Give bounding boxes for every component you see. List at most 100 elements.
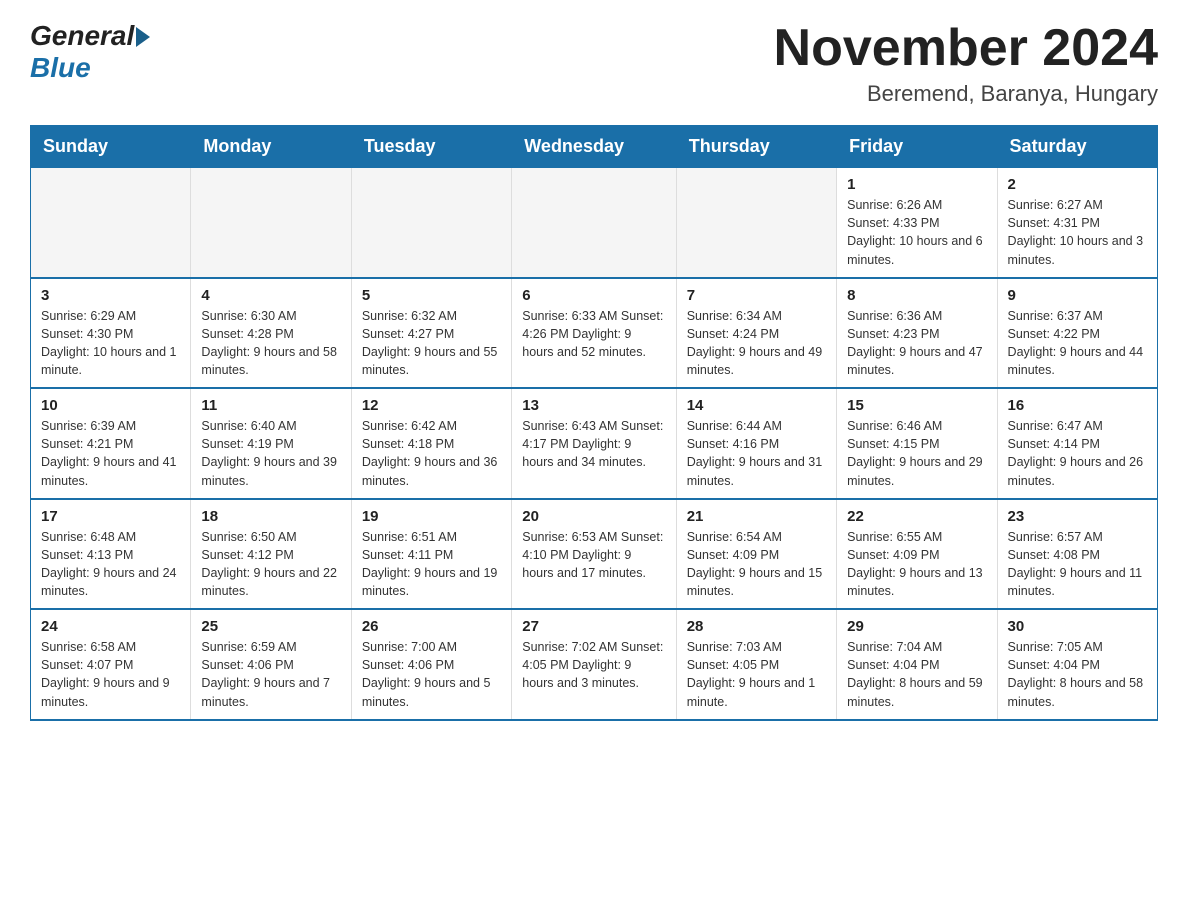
calendar-week-row: 1Sunrise: 6:26 AM Sunset: 4:33 PM Daylig… xyxy=(31,168,1158,278)
page-subtitle: Beremend, Baranya, Hungary xyxy=(774,81,1158,107)
calendar-week-row: 24 Sunrise: 6:58 AM Sunset: 4:07 PM Dayli… xyxy=(31,609,1158,720)
logo-general-text: General xyxy=(30,20,134,52)
day-info: Sunrise: 6:40 AM Sunset: 4:19 PM Dayligh… xyxy=(201,417,340,490)
day-info: Sunrise: 6:54 AM Sunset: 4:09 PM Dayligh… xyxy=(687,528,826,601)
calendar-cell: 17Sunrise: 6:48 AM Sunset: 4:13 PM Dayli… xyxy=(31,499,191,610)
day-info: Sunrise: 6:26 AM Sunset: 4:33 PM Dayligh… xyxy=(847,196,986,269)
day-info: Sunrise: 6:58 AM Sunset: 4:07 PM Dayligh… xyxy=(41,638,180,711)
column-header-wednesday: Wednesday xyxy=(512,126,676,168)
calendar-header-row: SundayMondayTuesdayWednesdayThursdayFrid… xyxy=(31,126,1158,168)
day-info: Sunrise: 6:59 AM Sunset: 4:06 PM Dayligh… xyxy=(201,638,340,711)
day-number: 7 xyxy=(687,287,826,304)
day-number: 4 xyxy=(201,287,340,304)
calendar-cell: 14 Sunrise: 6:44 AM Sunset: 4:16 PM Dayli… xyxy=(676,388,836,499)
calendar-cell: 20 Sunrise: 6:53 AM Sunset: 4:10 PM Dayli… xyxy=(512,499,676,610)
day-info: Sunrise: 6:43 AM Sunset: 4:17 PM Dayligh… xyxy=(522,417,665,471)
calendar-cell: 23 Sunrise: 6:57 AM Sunset: 4:08 PM Dayli… xyxy=(997,499,1157,610)
day-number: 6 xyxy=(522,287,665,304)
day-number: 27 xyxy=(522,618,665,635)
calendar-cell: 10Sunrise: 6:39 AM Sunset: 4:21 PM Dayli… xyxy=(31,388,191,499)
day-info: Sunrise: 6:47 AM Sunset: 4:14 PM Dayligh… xyxy=(1008,417,1147,490)
calendar-cell xyxy=(512,168,676,278)
day-number: 29 xyxy=(847,618,986,635)
page-header: General Blue November 2024 Beremend, Bar… xyxy=(30,20,1158,107)
day-number: 30 xyxy=(1008,618,1147,635)
calendar-cell: 26Sunrise: 7:00 AM Sunset: 4:06 PM Dayli… xyxy=(351,609,511,720)
day-number: 24 xyxy=(41,618,180,635)
column-header-tuesday: Tuesday xyxy=(351,126,511,168)
calendar-cell: 22 Sunrise: 6:55 AM Sunset: 4:09 PM Dayli… xyxy=(837,499,997,610)
day-info: Sunrise: 6:34 AM Sunset: 4:24 PM Dayligh… xyxy=(687,307,826,380)
day-number: 28 xyxy=(687,618,826,635)
calendar-cell xyxy=(351,168,511,278)
calendar-cell: 6 Sunrise: 6:33 AM Sunset: 4:26 PM Daylig… xyxy=(512,278,676,389)
logo: General Blue xyxy=(30,20,150,84)
day-info: Sunrise: 7:04 AM Sunset: 4:04 PM Dayligh… xyxy=(847,638,986,711)
day-number: 11 xyxy=(201,397,340,414)
calendar-cell: 11 Sunrise: 6:40 AM Sunset: 4:19 PM Dayli… xyxy=(191,388,351,499)
day-info: Sunrise: 6:46 AM Sunset: 4:15 PM Dayligh… xyxy=(847,417,986,490)
day-info: Sunrise: 6:37 AM Sunset: 4:22 PM Dayligh… xyxy=(1008,307,1147,380)
calendar-cell: 3Sunrise: 6:29 AM Sunset: 4:30 PM Daylig… xyxy=(31,278,191,389)
day-info: Sunrise: 6:53 AM Sunset: 4:10 PM Dayligh… xyxy=(522,528,665,582)
logo-blue-text: Blue xyxy=(30,52,91,84)
day-info: Sunrise: 6:57 AM Sunset: 4:08 PM Dayligh… xyxy=(1008,528,1147,601)
calendar-cell: 24 Sunrise: 6:58 AM Sunset: 4:07 PM Dayli… xyxy=(31,609,191,720)
page-title: November 2024 xyxy=(774,20,1158,77)
day-info: Sunrise: 6:36 AM Sunset: 4:23 PM Dayligh… xyxy=(847,307,986,380)
day-info: Sunrise: 6:51 AM Sunset: 4:11 PM Dayligh… xyxy=(362,528,501,601)
day-info: Sunrise: 7:05 AM Sunset: 4:04 PM Dayligh… xyxy=(1008,638,1147,711)
day-number: 20 xyxy=(522,508,665,525)
column-header-sunday: Sunday xyxy=(31,126,191,168)
day-info: Sunrise: 7:03 AM Sunset: 4:05 PM Dayligh… xyxy=(687,638,826,711)
day-info: Sunrise: 6:32 AM Sunset: 4:27 PM Dayligh… xyxy=(362,307,501,380)
calendar-cell: 5Sunrise: 6:32 AM Sunset: 4:27 PM Daylig… xyxy=(351,278,511,389)
day-info: Sunrise: 6:44 AM Sunset: 4:16 PM Dayligh… xyxy=(687,417,826,490)
calendar-cell: 8Sunrise: 6:36 AM Sunset: 4:23 PM Daylig… xyxy=(837,278,997,389)
calendar-cell: 29 Sunrise: 7:04 AM Sunset: 4:04 PM Dayli… xyxy=(837,609,997,720)
calendar-cell: 12 Sunrise: 6:42 AM Sunset: 4:18 PM Dayli… xyxy=(351,388,511,499)
day-number: 2 xyxy=(1008,176,1147,193)
calendar-cell: 13 Sunrise: 6:43 AM Sunset: 4:17 PM Dayli… xyxy=(512,388,676,499)
day-number: 13 xyxy=(522,397,665,414)
day-number: 23 xyxy=(1008,508,1147,525)
day-number: 22 xyxy=(847,508,986,525)
calendar-week-row: 10Sunrise: 6:39 AM Sunset: 4:21 PM Dayli… xyxy=(31,388,1158,499)
day-info: Sunrise: 6:55 AM Sunset: 4:09 PM Dayligh… xyxy=(847,528,986,601)
day-info: Sunrise: 7:02 AM Sunset: 4:05 PM Dayligh… xyxy=(522,638,665,692)
day-number: 10 xyxy=(41,397,180,414)
day-info: Sunrise: 6:48 AM Sunset: 4:13 PM Dayligh… xyxy=(41,528,180,601)
day-number: 21 xyxy=(687,508,826,525)
calendar-cell: 4 Sunrise: 6:30 AM Sunset: 4:28 PM Daylig… xyxy=(191,278,351,389)
day-info: Sunrise: 6:29 AM Sunset: 4:30 PM Dayligh… xyxy=(41,307,180,380)
title-block: November 2024 Beremend, Baranya, Hungary xyxy=(774,20,1158,107)
day-number: 16 xyxy=(1008,397,1147,414)
day-info: Sunrise: 6:33 AM Sunset: 4:26 PM Dayligh… xyxy=(522,307,665,361)
calendar-cell: 28 Sunrise: 7:03 AM Sunset: 4:05 PM Dayli… xyxy=(676,609,836,720)
day-number: 25 xyxy=(201,618,340,635)
calendar-week-row: 17Sunrise: 6:48 AM Sunset: 4:13 PM Dayli… xyxy=(31,499,1158,610)
calendar-cell xyxy=(31,168,191,278)
column-header-friday: Friday xyxy=(837,126,997,168)
logo-arrow-icon xyxy=(136,27,150,47)
day-info: Sunrise: 6:27 AM Sunset: 4:31 PM Dayligh… xyxy=(1008,196,1147,269)
day-number: 14 xyxy=(687,397,826,414)
day-number: 19 xyxy=(362,508,501,525)
day-info: Sunrise: 6:50 AM Sunset: 4:12 PM Dayligh… xyxy=(201,528,340,601)
day-info: Sunrise: 6:30 AM Sunset: 4:28 PM Dayligh… xyxy=(201,307,340,380)
calendar-cell: 9 Sunrise: 6:37 AM Sunset: 4:22 PM Daylig… xyxy=(997,278,1157,389)
calendar-cell: 30 Sunrise: 7:05 AM Sunset: 4:04 PM Dayli… xyxy=(997,609,1157,720)
calendar-cell: 25 Sunrise: 6:59 AM Sunset: 4:06 PM Dayli… xyxy=(191,609,351,720)
column-header-thursday: Thursday xyxy=(676,126,836,168)
day-info: Sunrise: 6:42 AM Sunset: 4:18 PM Dayligh… xyxy=(362,417,501,490)
calendar-cell: 19 Sunrise: 6:51 AM Sunset: 4:11 PM Dayli… xyxy=(351,499,511,610)
day-number: 18 xyxy=(201,508,340,525)
calendar-table: SundayMondayTuesdayWednesdayThursdayFrid… xyxy=(30,125,1158,721)
calendar-week-row: 3Sunrise: 6:29 AM Sunset: 4:30 PM Daylig… xyxy=(31,278,1158,389)
calendar-cell: 15 Sunrise: 6:46 AM Sunset: 4:15 PM Dayli… xyxy=(837,388,997,499)
day-number: 15 xyxy=(847,397,986,414)
day-number: 9 xyxy=(1008,287,1147,304)
day-info: Sunrise: 7:00 AM Sunset: 4:06 PM Dayligh… xyxy=(362,638,501,711)
calendar-cell: 18 Sunrise: 6:50 AM Sunset: 4:12 PM Dayli… xyxy=(191,499,351,610)
day-number: 12 xyxy=(362,397,501,414)
